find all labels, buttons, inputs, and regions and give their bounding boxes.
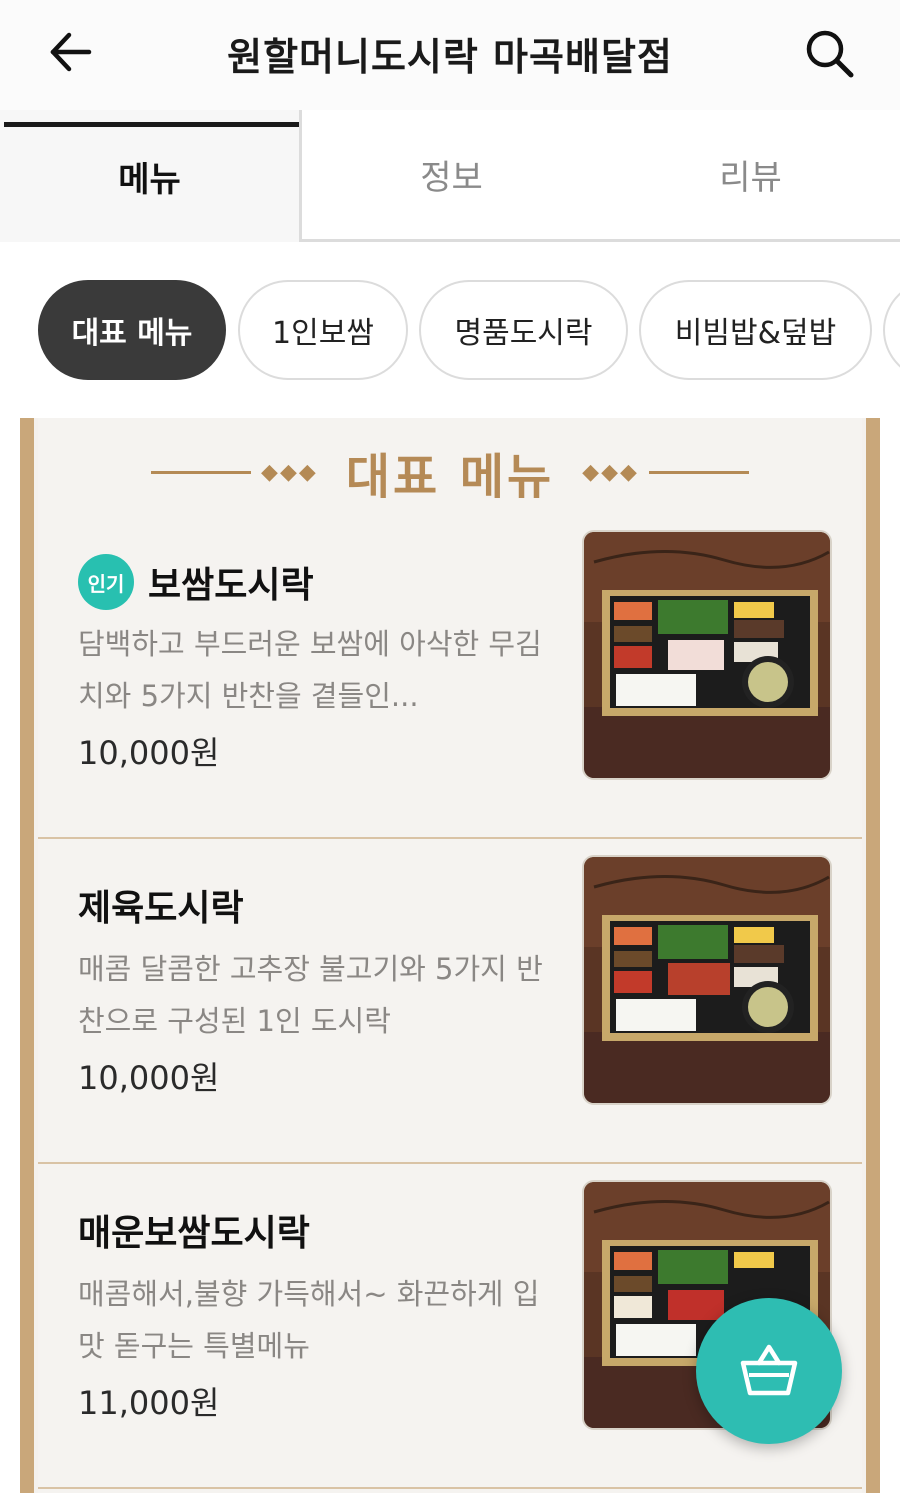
item-description: 담백하고 부드러운 보쌈에 아삭한 무김치와 5가지 반찬을 곁들인... — [78, 627, 542, 713]
search-icon — [806, 30, 854, 78]
heading-ornament-left: ◆◆◆ — [261, 459, 318, 485]
item-description: 매콤 달콤한 고추장 불고기와 5가지 반찬으로 구성된 1인 도시락 — [78, 952, 543, 1038]
tab-menu[interactable]: 메뉴 — [0, 110, 302, 242]
menu-item[interactable]: 제육도시락 매콤 달콤한 고추장 불고기와 5가지 반찬으로 구성된 1인 도시… — [38, 839, 862, 1164]
chip-single-bossam[interactable]: 1인보쌈 — [238, 280, 408, 380]
item-name: 제육도시락 — [78, 888, 244, 929]
item-photo — [582, 855, 832, 1105]
popular-badge: 인기 — [78, 554, 134, 610]
heading-line-left — [151, 470, 252, 474]
back-button[interactable] — [40, 22, 100, 82]
item-description: 매콤해서,불향 가득해서~ 화끈하게 입맛 돋구는 특별메뉴 — [78, 1277, 540, 1363]
item-photo — [582, 530, 832, 780]
section-heading: ◆◆◆ 대표 메뉴 ◆◆◆ — [38, 432, 862, 512]
item-divider — [38, 1487, 862, 1489]
chip-bibimbap-rice-bowl[interactable]: 비빔밥&덮밥 — [639, 280, 872, 380]
item-name: 매운보쌈도시락 — [78, 1213, 310, 1254]
item-name-row: 제육도시락 — [78, 879, 244, 931]
store-title: 원할머니도시락 마곡배달점 — [227, 35, 673, 79]
item-price: 11,000원 — [78, 1384, 220, 1422]
menu-item[interactable]: 인기 보쌈도시락 담백하고 부드러운 보쌈에 아삭한 무김치와 5가지 반찬을 … — [38, 514, 862, 839]
heading-line-right — [648, 470, 749, 474]
cart-button[interactable] — [696, 1298, 842, 1444]
store-tabs: 메뉴 정보 리뷰 — [0, 110, 900, 242]
lunchbox-image — [584, 857, 830, 1103]
item-price: 10,000원 — [78, 734, 220, 772]
item-name: 보쌈도시락 — [148, 565, 314, 606]
chip-premium-lunchbox[interactable]: 명품도시락 — [419, 280, 628, 380]
item-name-row: 매운보쌈도시락 — [78, 1204, 310, 1256]
tab-reviews[interactable]: 리뷰 — [601, 110, 900, 242]
section-heading-text: 대표 메뉴 — [345, 449, 555, 505]
lunchbox-image — [584, 532, 830, 778]
basket-icon — [740, 1344, 798, 1396]
chip-signature-menu[interactable]: 대표 메뉴 — [38, 280, 226, 380]
item-name-row: 인기 보쌈도시락 — [78, 554, 314, 610]
category-chips: 대표 메뉴 1인보쌈 명품도시락 비빔밥&덮밥 — [0, 280, 900, 382]
app-header: 원할머니도시락 마곡배달점 — [0, 0, 900, 110]
search-button[interactable] — [795, 22, 865, 86]
heading-ornament-right: ◆◆◆ — [582, 459, 639, 485]
chip-more[interactable] — [883, 280, 900, 380]
item-price: 10,000원 — [78, 1059, 220, 1097]
arrow-left-icon — [50, 32, 92, 72]
tab-info[interactable]: 정보 — [302, 110, 601, 242]
